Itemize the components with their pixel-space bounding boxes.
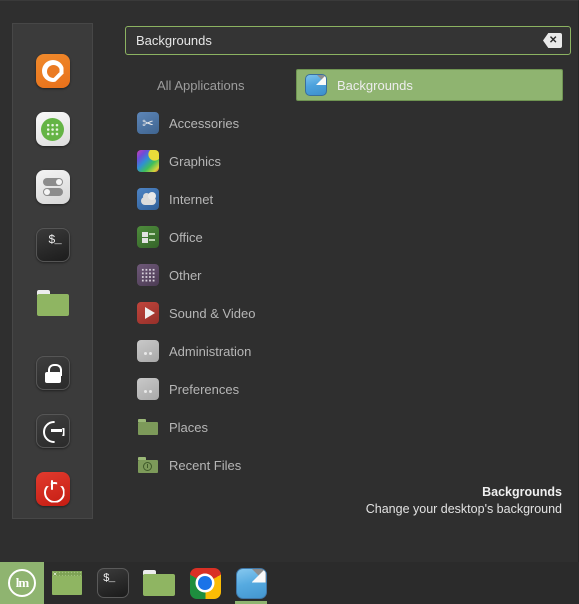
sidebar-item-lock-screen[interactable] (12, 344, 93, 402)
clear-icon[interactable]: ✕ (543, 33, 562, 48)
sound-video-icon (137, 302, 159, 324)
sidebar-item-firefox[interactable] (12, 42, 93, 100)
recent-files-icon (137, 454, 159, 476)
category-item-preferences[interactable]: Preferences (125, 370, 290, 408)
result-item-backgrounds[interactable]: Backgrounds (296, 69, 563, 101)
taskbar-window-list-item[interactable] (44, 562, 90, 604)
category-label: Sound & Video (169, 305, 256, 321)
status-area: Backgrounds Change your desktop's backgr… (366, 484, 562, 518)
graphics-icon (137, 150, 159, 172)
category-label: Places (169, 419, 209, 435)
places-folder-icon (137, 416, 159, 438)
sidebar-item-software-manager[interactable] (12, 100, 93, 158)
category-item-office[interactable]: Office (125, 218, 290, 256)
office-icon (137, 226, 159, 248)
taskbar-backgrounds-window[interactable] (228, 562, 274, 604)
category-item-administration[interactable]: Administration (125, 332, 290, 370)
category-item-accessories[interactable]: ✂ Accessories (125, 104, 290, 142)
search-input[interactable] (136, 33, 543, 48)
terminal-prompt-glyph: $_ (103, 573, 115, 585)
mint-logo-icon: lm (8, 569, 36, 597)
category-label: All Applications (157, 77, 245, 93)
category-item-internet[interactable]: Internet (125, 180, 290, 218)
category-label: Office (169, 229, 203, 245)
firefox-icon (35, 54, 70, 88)
terminal-prompt-glyph: $_ (48, 233, 61, 247)
result-label: Backgrounds (337, 77, 413, 93)
other-icon (137, 264, 159, 286)
backgrounds-icon (235, 567, 267, 599)
category-list: All Applications ✂ Accessories Graphics … (125, 66, 290, 484)
application-menu-window: $_ Backgrounds ✕ All Applications ✂ Acce… (0, 0, 579, 562)
chrome-icon (189, 567, 221, 599)
sidebar-item-log-out[interactable] (12, 402, 93, 460)
taskbar-files-launcher[interactable] (136, 562, 182, 604)
sidebar-item-files[interactable] (12, 274, 93, 332)
taskbar-chrome-launcher[interactable] (182, 562, 228, 604)
category-label: Graphics (169, 153, 222, 169)
category-label: Accessories (169, 115, 240, 131)
category-item-sound-video[interactable]: Sound & Video (125, 294, 290, 332)
category-item-other[interactable]: Other (125, 256, 290, 294)
sidebar-item-terminal[interactable]: $_ (12, 216, 93, 274)
desktop-root: $_ Backgrounds ✕ All Applications ✂ Acce… (0, 0, 579, 604)
preferences-icon (137, 378, 159, 400)
power-icon (35, 472, 70, 506)
search-results-list: Backgrounds (296, 69, 563, 101)
category-item-graphics[interactable]: Graphics (125, 142, 290, 180)
sidebar-item-quit[interactable] (12, 460, 93, 518)
taskbar: lm $_ (0, 562, 579, 604)
status-title: Backgrounds (482, 485, 562, 499)
mint-logo-text: lm (15, 575, 29, 590)
terminal-icon: $_ (35, 228, 70, 262)
category-label: Internet (169, 191, 214, 207)
category-label: Recent Files (169, 457, 242, 473)
terminal-icon: $_ (97, 568, 129, 598)
folder-icon (36, 286, 70, 320)
mint-menu-button[interactable]: lm (0, 562, 44, 604)
search-box[interactable]: ✕ (125, 26, 571, 55)
category-label: Other (169, 267, 202, 283)
category-item-all-applications[interactable]: All Applications (125, 66, 290, 104)
internet-icon (137, 188, 159, 210)
sidebar-item-system-settings[interactable] (12, 158, 93, 216)
favorites-sidebar: $_ (12, 23, 93, 519)
accessories-icon: ✂ (137, 112, 159, 134)
folder-icon (143, 570, 175, 596)
software-manager-icon (35, 112, 70, 146)
toggles-icon (35, 170, 70, 204)
category-label: Preferences (169, 381, 240, 397)
category-item-places[interactable]: Places (125, 408, 290, 446)
category-label: Administration (169, 343, 252, 359)
logout-icon (35, 414, 70, 448)
administration-icon (137, 340, 159, 362)
lock-icon (35, 356, 70, 390)
category-item-recent-files[interactable]: Recent Files (125, 446, 290, 484)
window-icon (52, 571, 82, 595)
taskbar-terminal-launcher[interactable]: $_ (90, 562, 136, 604)
status-description: Change your desktop's background (365, 502, 562, 516)
backgrounds-icon (305, 74, 327, 96)
